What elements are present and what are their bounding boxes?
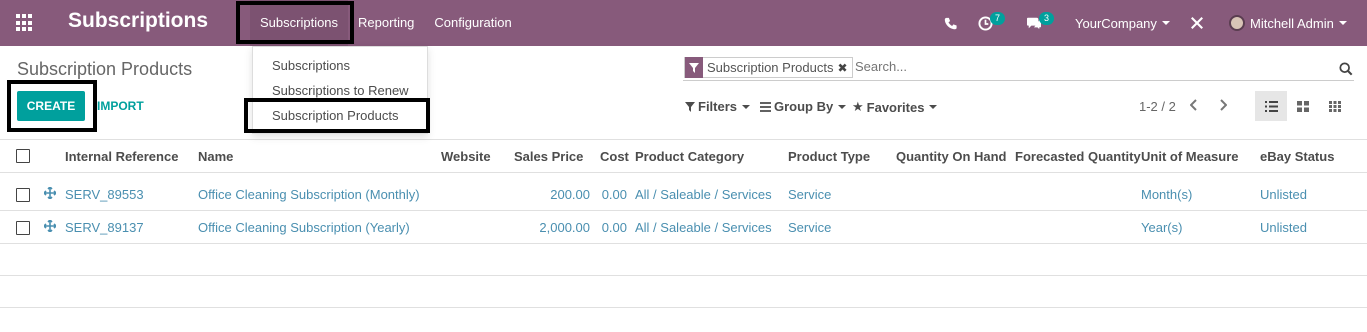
column-header[interactable]: Unit of Measure [1141,149,1239,164]
column-header[interactable]: Name [198,149,233,164]
chevron-down-icon [929,105,938,109]
groupby-label: Group By [774,99,834,114]
row-checkbox[interactable] [16,188,30,202]
user-name: Mitchell Admin [1250,15,1334,31]
chevron-down-icon [742,104,751,109]
list-icon [760,101,771,112]
product-category: All / Saleable / Services [635,220,772,235]
page-title: Subscription Products [17,59,193,79]
activity-count-badge: 7 [990,12,1006,25]
star-icon: ★ [852,99,864,114]
cost: 0.00 [601,187,627,202]
apps-menu-icon[interactable] [16,14,34,32]
list-view-button[interactable] [1255,91,1287,121]
column-header[interactable]: Product Type [788,149,870,164]
chevron-down-icon [1338,21,1347,25]
grid-view-button[interactable] [1319,91,1351,121]
grid-view-icon [1329,100,1341,112]
company-name: YourCompany [1075,15,1157,31]
chevron-left-icon[interactable] [1189,98,1198,114]
menu-reporting[interactable]: Reporting [348,0,424,46]
create-button[interactable]: CREATE [17,91,85,121]
favorites-label: Favorites [866,99,925,115]
activity-icon[interactable] [978,0,993,46]
top-navbar: Subscriptions Subscriptions Reporting Co… [0,0,1367,46]
search-icon[interactable] [1339,62,1353,79]
product-name: Office Cleaning Subscription (Monthly) [198,187,420,202]
debug-tools-icon[interactable] [1190,0,1204,46]
internal-reference: SERV_89553 [65,187,144,202]
phone-icon[interactable] [944,0,957,46]
column-header[interactable]: Forecasted Quantity [1015,149,1141,164]
column-header[interactable]: Cost [600,149,629,164]
sales-price: 2,000.00 [539,220,590,235]
column-header[interactable]: Internal Reference [65,149,178,164]
column-header[interactable]: Website [441,149,491,164]
menu-configuration[interactable]: Configuration [424,0,521,46]
facet-label: Subscription Products [707,60,834,75]
list-view-icon [1264,100,1278,112]
internal-reference: SERV_89137 [65,220,144,235]
search-facet: Subscription Products ✖ [684,57,853,78]
company-switcher[interactable]: YourCompany [1075,0,1170,46]
product-type: Service [788,220,832,235]
filter-icon [685,57,703,78]
facet-remove-icon[interactable]: ✖ [837,61,851,75]
search-bar: Subscription Products ✖ [683,56,1354,81]
table-row[interactable]: SERV_89553 Office Cleaning Subscription … [0,178,1367,211]
filter-icon [685,101,695,112]
dropdown-item-subscriptions[interactable]: Subscriptions [253,56,427,81]
product-type: Service [788,187,832,202]
select-all-checkbox[interactable] [16,149,30,163]
kanban-view-icon [1297,100,1309,112]
ebay-status: Unlisted [1260,187,1307,202]
app-title: Subscriptions [68,9,209,32]
table-header: Internal Reference Name Website Sales Pr… [0,139,1367,173]
empty-row [0,244,1367,276]
unit-of-measure: Year(s) [1141,220,1183,235]
row-checkbox[interactable] [16,221,30,235]
column-header[interactable]: eBay Status [1260,149,1334,164]
user-menu[interactable]: Mitchell Admin [1229,0,1347,46]
dropdown-item-subscription-products[interactable]: Subscription Products [253,106,427,131]
messages-icon[interactable] [1026,0,1042,46]
column-header[interactable]: Quantity On Hand [896,149,1007,164]
search-input[interactable] [855,59,1305,74]
table-row[interactable]: SERV_89137 Office Cleaning Subscription … [0,211,1367,244]
empty-row [0,276,1367,308]
filters-label: Filters [698,99,738,114]
kanban-view-button[interactable] [1287,91,1319,121]
column-header[interactable]: Product Category [635,149,744,164]
main-menu: Subscriptions Reporting Configuration [250,0,522,46]
avatar [1229,15,1245,31]
cost: 0.00 [601,220,627,235]
product-category: All / Saleable / Services [635,187,772,202]
groupby-dropdown[interactable]: Group By [760,99,847,114]
product-name: Office Cleaning Subscription (Yearly) [198,220,410,235]
sales-price: 200.00 [550,187,590,202]
chevron-right-icon[interactable] [1219,98,1228,114]
chevron-down-icon [1161,21,1170,25]
import-button[interactable]: IMPORT [97,99,144,113]
column-header[interactable]: Sales Price [514,149,583,164]
drag-handle-icon[interactable] [43,219,57,235]
pager-value[interactable]: 1-2 / 2 [1139,99,1176,114]
subscriptions-dropdown: Subscriptions Subscriptions to Renew Sub… [252,46,428,134]
message-count-badge: 3 [1039,12,1055,25]
menu-subscriptions[interactable]: Subscriptions [250,0,349,46]
dropdown-item-subscriptions-to-renew[interactable]: Subscriptions to Renew [253,81,427,106]
unit-of-measure: Month(s) [1141,187,1193,202]
filters-dropdown[interactable]: Filters [685,99,751,114]
chevron-down-icon [838,104,847,109]
ebay-status: Unlisted [1260,220,1307,235]
drag-handle-icon[interactable] [43,186,57,202]
favorites-dropdown[interactable]: ★ Favorites [852,99,938,115]
